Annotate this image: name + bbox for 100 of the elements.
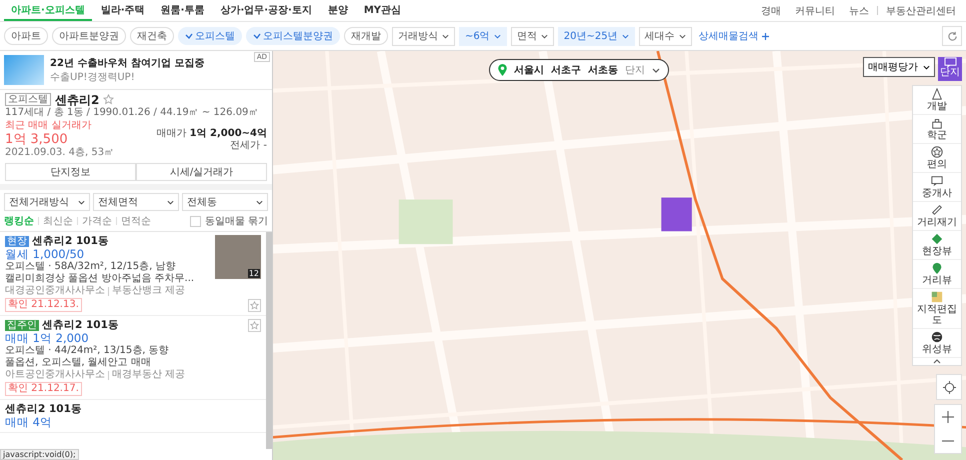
refresh-button[interactable] <box>942 26 962 46</box>
checkbox[interactable] <box>190 216 201 226</box>
filter-dropdown[interactable]: 20년~25년 <box>558 26 635 46</box>
map-tool-button[interactable]: 위성뷰 <box>913 329 961 358</box>
filter-chip[interactable]: 아파트 <box>4 27 48 45</box>
cone-icon <box>931 88 943 100</box>
chevron-down-icon <box>678 34 686 38</box>
ad-subtitle: 수출UP!경쟁력UP! <box>50 71 136 84</box>
photo-placeholder[interactable]: 12 <box>215 235 261 279</box>
breadcrumb-item[interactable]: 서울시 <box>514 63 544 77</box>
listing-price: 매매 4억 <box>5 415 53 429</box>
map-tool-button[interactable]: 거리뷰 <box>913 260 961 289</box>
chevron-down-icon <box>540 34 548 38</box>
filter-chip[interactable]: 오피스텔 <box>178 27 242 45</box>
complex-toggle-button[interactable]: 단지 <box>938 57 962 81</box>
complex-button[interactable]: 단지정보 <box>5 163 136 181</box>
complex-button[interactable]: 시세/실거래가 <box>136 163 267 181</box>
type-badge: 오피스텔 <box>5 93 51 106</box>
listing-tag: 현장 <box>5 236 29 246</box>
chevron-down-icon <box>923 64 930 70</box>
breadcrumb-item[interactable]: 단지 <box>625 63 645 77</box>
favorite-button[interactable] <box>248 299 261 312</box>
provider-name: 부동산뱅크 제공 <box>112 285 186 297</box>
filter-dropdown[interactable]: 면적 <box>510 26 554 46</box>
list-filter-dropdown[interactable]: 전체동 <box>182 193 268 211</box>
listing-title[interactable]: 센츄리2 101동 <box>32 235 109 247</box>
chevron-icon <box>652 68 660 72</box>
list-filter-dropdown[interactable]: 전체면적 <box>93 193 179 211</box>
listing-details: 오피스텔 · 44/24m², 13/15층, 동향 <box>5 345 170 357</box>
sale-price: 매매가 1억 2,000~4억 <box>156 128 267 140</box>
map-tool-button[interactable]: 지적편집도 <box>913 289 961 329</box>
confirmed-date: 확인 21.12.17. <box>5 382 82 396</box>
filter-chip[interactable]: 재개발 <box>344 27 388 45</box>
list-filter-dropdown[interactable]: 전체거래방식 <box>4 193 90 211</box>
chevron-down-icon <box>78 200 85 204</box>
chevron-down-icon <box>167 200 174 204</box>
filter-chip[interactable]: 아파트분양권 <box>52 27 126 45</box>
map-tool-button[interactable]: 거리재기 <box>913 202 961 231</box>
map-tool-button[interactable]: 현장뷰 <box>913 231 961 260</box>
chat-icon <box>944 57 956 68</box>
sign-icon <box>931 175 943 187</box>
chevron-down-icon <box>442 34 449 38</box>
pin-icon <box>931 262 943 274</box>
provider-name: 매경부동산 제공 <box>112 369 186 381</box>
plus-icon <box>942 411 954 423</box>
check-icon <box>185 33 193 39</box>
location-breadcrumb[interactable]: 서울시 서초구 서초동 단지 <box>489 59 669 81</box>
chevron-down-icon <box>622 34 629 38</box>
nav-tab[interactable]: MY관심 <box>356 0 408 21</box>
chevron-up-icon <box>933 359 941 364</box>
sort-tab[interactable]: 면적순 <box>121 214 151 228</box>
filter-dropdown[interactable]: ~6억 <box>459 26 507 46</box>
listing-tag: 집주인 <box>5 320 39 330</box>
map-tool-button[interactable]: 편의 <box>913 144 961 173</box>
locate-button[interactable] <box>936 374 962 400</box>
check-icon <box>253 33 261 39</box>
nav-tab[interactable]: 분양 <box>320 0 355 21</box>
nav-link[interactable]: 경매 <box>755 4 787 18</box>
listing-price: 매매 1억 2,000 <box>5 331 90 345</box>
listing-details: 오피스텔 · 58A/32m², 12/15층, 남향 <box>5 261 176 273</box>
price-type-dropdown[interactable]: 매매평당가 <box>863 57 935 77</box>
map-tool-button[interactable]: 중개사 <box>913 173 961 202</box>
recent-price-label: 최근 매매 실거래가 <box>5 120 92 132</box>
nav-link[interactable]: 부동산관리센터 <box>880 4 962 18</box>
detail-search-link[interactable]: 상세매물검색 <box>698 29 769 43</box>
filter-chip[interactable]: 오피스텔분양권 <box>246 27 340 45</box>
chevron-down-icon <box>494 34 501 38</box>
map-tool-button[interactable]: 개발 <box>913 86 961 115</box>
nav-tab[interactable]: 빌라·주택 <box>94 0 152 21</box>
filter-dropdown[interactable]: 거래방식 <box>392 26 455 46</box>
nav-link[interactable]: 뉴스 <box>843 4 875 18</box>
pin-icon <box>931 233 943 245</box>
favorite-button[interactable] <box>248 319 261 332</box>
star-icon[interactable] <box>103 94 114 105</box>
map-icon <box>931 291 943 303</box>
globe-icon <box>931 331 943 343</box>
listing-price: 월세 1,000/50 <box>5 247 86 261</box>
listing-title[interactable]: 센츄리2 101동 <box>5 403 82 415</box>
nav-link[interactable]: 커뮤니티 <box>789 4 841 18</box>
nav-tab[interactable]: 상가·업무·공장·토지 <box>213 0 319 21</box>
recent-price: 1억 3,500 <box>5 132 69 147</box>
sort-tab[interactable]: 최신순 <box>43 214 73 228</box>
photo-count: 12 <box>248 269 260 278</box>
filter-dropdown[interactable]: 세대수 <box>638 26 692 46</box>
confirmed-date: 확인 21.12.13. <box>5 298 82 312</box>
jeonse-price: 전세가 - <box>230 140 267 152</box>
school-icon <box>931 117 943 129</box>
listing-title[interactable]: 센츄리2 101동 <box>42 319 119 331</box>
sort-tab[interactable]: 가격순 <box>82 214 112 228</box>
listing-description: 캘리미희경상 풀옵션 방아주넓음 주차무... <box>5 273 196 285</box>
pin-icon <box>498 64 507 76</box>
breadcrumb-item[interactable]: 서초구 <box>551 63 581 77</box>
recent-date: 2021.09.03. 4층, 53㎡ <box>5 147 114 159</box>
complex-info: 117세대 / 총 1동 / 1990.01.26 / 44.19㎡ ~ 126.09㎡ <box>5 107 260 119</box>
agency-name: 아트공인중개사사무소 <box>5 369 105 381</box>
breadcrumb-item[interactable]: 서초동 <box>588 63 618 77</box>
ad-illustration <box>4 55 44 85</box>
nav-tab[interactable]: 원룸·투룸 <box>154 0 212 21</box>
filter-chip[interactable]: 재건축 <box>130 27 174 45</box>
listing-description: 풀옵션, 오피스텔, 월세안고 매매 <box>5 357 152 369</box>
